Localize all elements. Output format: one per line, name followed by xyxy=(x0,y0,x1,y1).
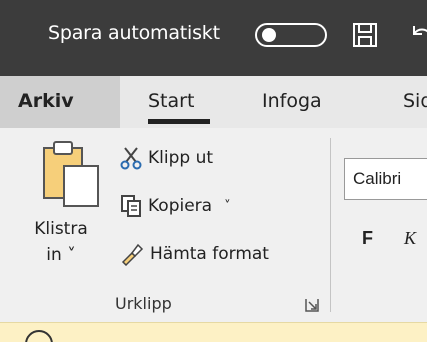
active-tab-indicator xyxy=(148,119,210,124)
paste-label-line2: in ˅ xyxy=(46,245,76,265)
cut-button[interactable]: Klipp ut xyxy=(120,146,213,170)
ribbon-panel: Klistra in ˅ Klipp ut Kopiera ˅ Hämta fo… xyxy=(0,128,427,322)
tab-infoga[interactable]: Infoga xyxy=(262,90,322,112)
copy-icon xyxy=(121,195,141,217)
info-icon xyxy=(25,330,53,342)
title-bar: Spara automatiskt xyxy=(0,0,427,76)
autosave-toggle[interactable] xyxy=(255,23,327,47)
format-painter-icon xyxy=(121,243,144,266)
bold-button[interactable]: F xyxy=(362,228,373,249)
tab-sidlayout[interactable]: Sid xyxy=(403,90,427,112)
chevron-down-icon[interactable]: ˅ xyxy=(224,199,231,214)
save-icon[interactable] xyxy=(352,22,378,48)
ribbon-tabs: Arkiv Start Infoga Sid xyxy=(0,76,427,128)
copy-button[interactable]: Kopiera ˅ xyxy=(120,194,231,218)
cut-label: Klipp ut xyxy=(148,148,214,168)
clipboard-paste-icon xyxy=(43,141,99,207)
tab-arkiv[interactable]: Arkiv xyxy=(0,76,120,128)
paste-label-line1: Klistra xyxy=(34,219,88,239)
dialog-launcher-icon[interactable] xyxy=(305,298,319,312)
info-bar xyxy=(0,322,427,342)
font-name-value: Calibri xyxy=(353,169,402,188)
group-divider xyxy=(330,138,331,312)
font-name-dropdown[interactable]: Calibri xyxy=(344,158,427,200)
tab-arkiv-label: Arkiv xyxy=(18,90,74,112)
paste-label: Klistra in ˅ xyxy=(20,216,102,268)
autosave-label: Spara automatiskt xyxy=(48,22,220,44)
format-painter-label: Hämta format xyxy=(150,244,269,264)
toggle-knob xyxy=(262,28,276,42)
copy-label: Kopiera xyxy=(148,196,213,216)
scissors-icon xyxy=(120,147,142,170)
clipboard-group-label: Urklipp xyxy=(115,294,172,313)
italic-button[interactable]: K xyxy=(404,228,416,249)
tab-start[interactable]: Start xyxy=(148,90,194,112)
format-painter-button[interactable]: Hämta format xyxy=(120,242,269,266)
undo-icon[interactable] xyxy=(410,22,427,48)
